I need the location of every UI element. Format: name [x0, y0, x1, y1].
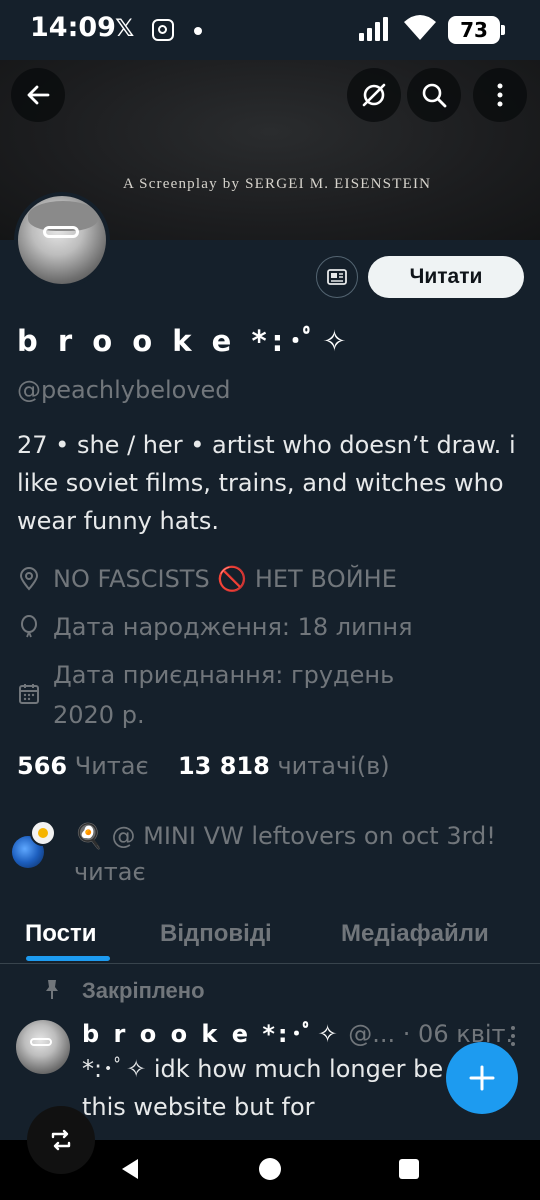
- arrow-left-icon: [27, 85, 50, 105]
- followers-link[interactable]: 13 818 читачі(в): [178, 752, 390, 780]
- followers-count: 13 818: [177, 752, 270, 780]
- tweet-avatar[interactable]: [16, 1020, 70, 1074]
- follower-avatar-egg: [30, 820, 56, 846]
- tab-posts[interactable]: Пости: [25, 920, 96, 948]
- pinned-label-row: Закріплено: [46, 978, 205, 1004]
- pin-icon: [46, 980, 58, 999]
- battery-indicator: 73: [448, 16, 505, 44]
- notification-dot-icon: [194, 27, 202, 35]
- back-button[interactable]: [11, 68, 65, 122]
- tweet-author-handle[interactable]: @...: [348, 1020, 395, 1048]
- following-label: Читає: [74, 752, 149, 780]
- display-name: b r o o k e *:･ﾟ✧: [17, 324, 352, 358]
- newsletter-icon: [327, 269, 347, 285]
- location-row: NO FASCISTS 🚫 НЕТ ВОЙНЕ: [17, 560, 517, 600]
- tab-media[interactable]: Медіафайли: [341, 920, 489, 948]
- tweet-more-icon[interactable]: [508, 1024, 518, 1048]
- tweet-date: · 06 квіт.: [402, 1020, 514, 1048]
- signal-icon: [359, 17, 388, 41]
- nav-recent-apps-icon[interactable]: [399, 1159, 419, 1179]
- status-bar: 14:09 𝕏 73: [0, 0, 540, 60]
- nav-home-icon[interactable]: [259, 1158, 281, 1180]
- balloon-icon: [21, 615, 37, 638]
- active-tab-indicator: [26, 956, 110, 961]
- birthday-text: Дата народження: 18 липня: [53, 613, 413, 641]
- profile-bio: 27 • she / her • artist who doesn’t draw…: [17, 431, 516, 535]
- x-app-icon: 𝕏: [115, 14, 135, 42]
- subscribe-newsletter-button[interactable]: [316, 256, 358, 298]
- profile-avatar[interactable]: [14, 192, 110, 288]
- banner-text: A Screenplay by SERGEI M. EISENSTEIN: [123, 176, 432, 192]
- calendar-icon: [19, 684, 39, 704]
- following-count: 566: [17, 752, 68, 780]
- tweet-author-name[interactable]: b r o o k e *:･ﾟ✧: [82, 1020, 341, 1048]
- joined-text-line2: 2020 р.: [53, 701, 145, 729]
- joined-text-line1: Дата приєднання: грудень: [53, 661, 395, 689]
- plus-icon: [469, 1065, 495, 1091]
- search-icon: [422, 83, 447, 108]
- location-icon: [19, 567, 39, 591]
- status-time: 14:09: [30, 12, 116, 43]
- user-handle: @peachlybeloved: [17, 376, 231, 404]
- follow-stats: 566 Читає 13 818 читачі(в): [17, 752, 390, 780]
- search-button[interactable]: [407, 68, 461, 122]
- tab-replies[interactable]: Відповіді: [160, 920, 272, 948]
- more-button[interactable]: [473, 68, 527, 122]
- joined-row: Дата приєднання: грудень 2020 р.: [17, 656, 517, 736]
- follow-button[interactable]: Читати: [368, 256, 524, 298]
- followed-by-text: 🍳 @ MINI VW leftovers on oct 3rd! читає: [74, 822, 496, 886]
- grok-button[interactable]: [347, 68, 401, 122]
- profile-tabs: Пости Відповіді Медіафайли: [0, 912, 540, 964]
- pinned-label: Закріплено: [82, 978, 205, 1003]
- wifi-icon: [404, 15, 436, 40]
- following-link[interactable]: 566 Читає: [17, 752, 149, 780]
- birthday-row: Дата народження: 18 липня: [17, 608, 517, 648]
- location-text: NO FASCISTS 🚫 НЕТ ВОЙНЕ: [53, 565, 397, 593]
- followers-label: читачі(в): [277, 752, 390, 780]
- followed-by-row[interactable]: 🍳 @ MINI VW leftovers on oct 3rd! читає: [12, 816, 532, 886]
- retweet-bubble[interactable]: [27, 1106, 95, 1174]
- instagram-icon: [152, 19, 174, 41]
- compose-button[interactable]: [446, 1042, 518, 1114]
- grok-icon: [362, 83, 386, 107]
- more-vertical-icon: [497, 83, 503, 107]
- nav-back-icon[interactable]: [120, 1158, 140, 1180]
- tweet-header: b r o o k e *:･ﾟ✧ @... · 06 квіт.: [82, 1014, 522, 1049]
- retweet-icon: [51, 1129, 71, 1151]
